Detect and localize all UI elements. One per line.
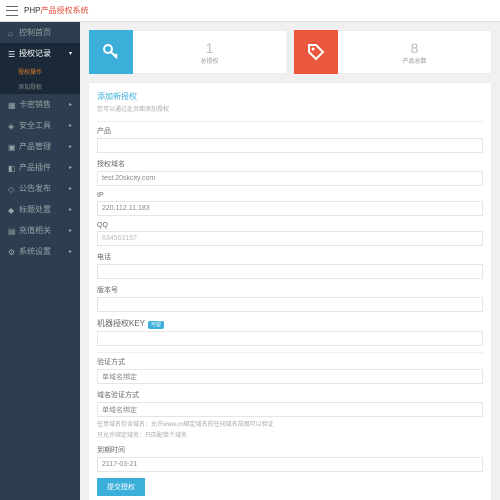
megaphone-icon: ◇	[8, 185, 15, 192]
wallet-icon: ▤	[8, 227, 15, 234]
gear-icon: ⚙	[8, 248, 15, 255]
main-content: 1 总授权 8 产品总数 添加新授权 您可以通过此页面添加授权 产品 授权域名 …	[80, 22, 500, 500]
brand-title: PHP产品授权系统	[24, 5, 88, 16]
sidebar: ⌂控制首页 ☰授权记录▾ 授权操作 添加授权 ▦卡密销售▸ ◈安全工具▸ ▣产品…	[0, 22, 80, 500]
stat-cards: 1 总授权 8 产品总数	[88, 30, 492, 74]
product-input[interactable]	[97, 138, 483, 153]
domain-input[interactable]	[97, 171, 483, 186]
home-icon: ⌂	[8, 29, 15, 36]
divider	[97, 121, 483, 122]
sidebar-item-title[interactable]: ◆标题处置▸	[0, 199, 80, 220]
version-input[interactable]	[97, 297, 483, 312]
verify-label: 验证方式	[97, 357, 483, 367]
sidebar-sub-add-auth[interactable]: 添加授权	[0, 79, 80, 94]
stat-number: 8	[338, 40, 491, 56]
header: PHP产品授权系统	[0, 0, 500, 22]
qq-input[interactable]	[97, 231, 483, 246]
chevron-icon: ▸	[69, 206, 72, 213]
panel-subtitle: 您可以通过此页面添加授权	[97, 104, 483, 113]
card-icon: ▦	[8, 101, 15, 108]
stat-card-products: 8 产品总数	[293, 30, 492, 74]
date-input[interactable]	[97, 457, 483, 472]
hint-text: 只允许绑定域名：只匹配单个域名	[97, 430, 483, 439]
chevron-icon: ▸	[69, 227, 72, 234]
date-label: 到期时间	[97, 445, 483, 455]
chevron-icon: ▸	[69, 185, 72, 192]
hint-text: 任意域名包含域名：允许www.cn绑定域名的任何域名前缀可以验证	[97, 419, 483, 428]
domain-label: 授权域名	[97, 159, 483, 169]
domain-verify-input[interactable]	[97, 402, 483, 417]
chevron-icon: ▸	[69, 248, 72, 255]
optional-badge: 可留	[148, 321, 164, 329]
stat-card-total-auth: 1 总授权	[88, 30, 287, 74]
key-input[interactable]	[97, 331, 483, 346]
sidebar-item-recharge[interactable]: ▤充值相关▸	[0, 220, 80, 241]
box-icon: ▣	[8, 143, 15, 150]
tag-icon	[294, 30, 338, 74]
menu-icon[interactable]	[6, 6, 18, 16]
sidebar-item-home[interactable]: ⌂控制首页	[0, 22, 80, 43]
stat-number: 1	[133, 40, 286, 56]
phone-input[interactable]	[97, 264, 483, 279]
plugin-icon: ◧	[8, 164, 15, 171]
version-label: 版本号	[97, 285, 483, 295]
key-label: 机器授权KEY可留	[97, 318, 483, 329]
divider	[97, 352, 483, 353]
list-icon: ☰	[8, 50, 15, 57]
submit-button[interactable]: 提交授权	[97, 478, 145, 496]
chevron-down-icon: ▾	[69, 50, 72, 57]
chevron-icon: ▸	[69, 122, 72, 129]
chevron-icon: ▸	[69, 143, 72, 150]
key-icon	[89, 30, 133, 74]
ip-label: IP	[97, 192, 483, 199]
sidebar-item-plugins[interactable]: ◧产品插件▸	[0, 157, 80, 178]
product-label: 产品	[97, 126, 483, 136]
stat-label: 总授权	[133, 56, 286, 65]
chevron-icon: ▸	[69, 164, 72, 171]
panel-title: 添加新授权	[97, 91, 483, 102]
shield-icon: ◈	[8, 122, 15, 129]
sidebar-item-products[interactable]: ▣产品管理▸	[0, 136, 80, 157]
ip-input[interactable]	[97, 201, 483, 216]
qq-label: QQ	[97, 222, 483, 229]
phone-label: 电话	[97, 252, 483, 262]
stat-label: 产品总数	[338, 56, 491, 65]
verify-input[interactable]	[97, 369, 483, 384]
chevron-icon: ▸	[69, 101, 72, 108]
sidebar-item-announce[interactable]: ◇公告发布▸	[0, 178, 80, 199]
sidebar-sub-auth-ops[interactable]: 授权操作	[0, 64, 80, 79]
sidebar-item-auth-records[interactable]: ☰授权记录▾	[0, 43, 80, 64]
sidebar-item-settings[interactable]: ⚙系统设置▸	[0, 241, 80, 262]
sidebar-item-card-sales[interactable]: ▦卡密销售▸	[0, 94, 80, 115]
sidebar-item-security[interactable]: ◈安全工具▸	[0, 115, 80, 136]
form-panel: 添加新授权 您可以通过此页面添加授权 产品 授权域名 IP QQ 电话 版本号 …	[88, 82, 492, 500]
domain-verify-label: 域名验证方式	[97, 390, 483, 400]
tag-icon: ◆	[8, 206, 15, 213]
